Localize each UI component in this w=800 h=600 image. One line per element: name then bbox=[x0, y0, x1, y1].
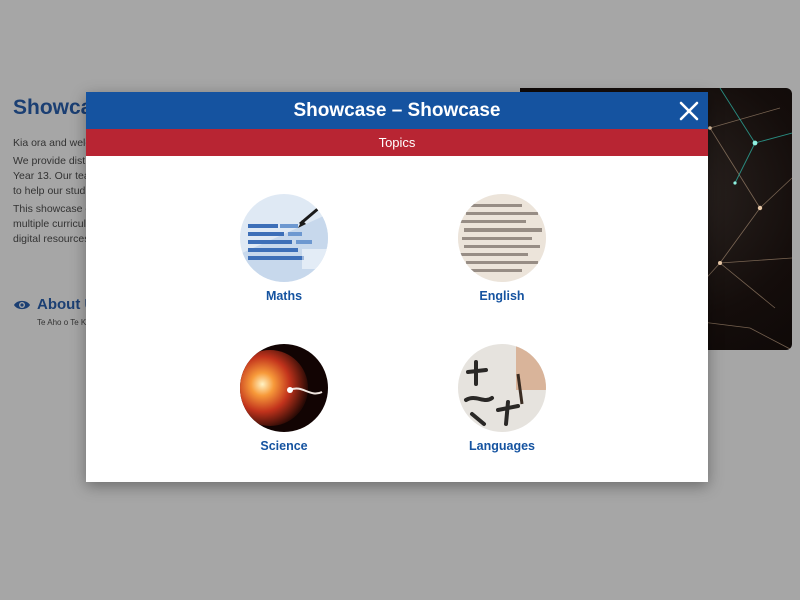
topic-label: Languages bbox=[469, 439, 535, 453]
background-paragraph: digital resources bbox=[13, 233, 90, 245]
background-paragraph: to help our stud bbox=[13, 185, 86, 197]
topic-label: English bbox=[479, 289, 525, 303]
maths-image[interactable] bbox=[240, 194, 328, 282]
background-paragraph: This showcase c bbox=[13, 203, 91, 215]
topic-label: Science bbox=[260, 439, 308, 453]
modal-title: Showcase – Showcase bbox=[293, 99, 501, 121]
eye-icon bbox=[14, 300, 30, 309]
topic-label: Maths bbox=[265, 289, 303, 303]
science-image[interactable] bbox=[240, 344, 328, 432]
about-link[interactable]: About U bbox=[13, 296, 95, 313]
english-image[interactable] bbox=[458, 194, 546, 282]
topics-bar: Topics bbox=[86, 129, 708, 156]
topic-maths[interactable]: Maths bbox=[204, 194, 364, 303]
close-button[interactable] bbox=[678, 100, 700, 122]
background-paragraph: multiple curricul bbox=[13, 218, 86, 230]
background-paragraph: Kia ora and welc bbox=[13, 137, 91, 149]
background-paragraph: Year 13. Our tea bbox=[13, 170, 90, 182]
background-title: Showca bbox=[13, 96, 93, 119]
close-icon bbox=[679, 101, 699, 121]
about-subtitle: Te Aho o Te K bbox=[37, 318, 87, 327]
topics-label: Topics bbox=[378, 135, 416, 150]
background-paragraph: We provide dist bbox=[13, 155, 86, 167]
showcase-modal: Showcase – Showcase Topics Maths English… bbox=[86, 92, 708, 482]
languages-image[interactable] bbox=[458, 344, 546, 432]
topics-grid: Maths English Science Languages bbox=[86, 156, 708, 482]
topic-science[interactable]: Science bbox=[204, 344, 364, 453]
topic-languages[interactable]: Languages bbox=[422, 344, 582, 453]
topic-english[interactable]: English bbox=[422, 194, 582, 303]
modal-header: Showcase – Showcase bbox=[86, 92, 708, 129]
